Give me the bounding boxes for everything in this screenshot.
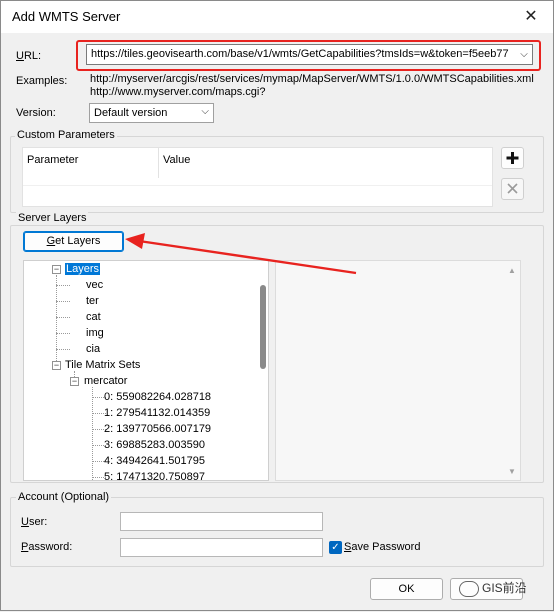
password-input[interactable] bbox=[120, 538, 323, 557]
account-title: Account (Optional) bbox=[16, 491, 112, 503]
user-label: User: bbox=[21, 516, 48, 528]
save-password-checkbox[interactable]: ✓ bbox=[329, 541, 342, 554]
wechat-logo-icon bbox=[459, 580, 479, 597]
add-wmts-dialog: Add WMTS Server ✕ URL: https://tiles.geo… bbox=[0, 0, 554, 611]
save-password-label[interactable]: Save Password bbox=[344, 541, 420, 553]
user-input[interactable] bbox=[120, 512, 323, 531]
ok-button[interactable]: OK bbox=[370, 578, 443, 600]
watermark: GIS前沿 bbox=[459, 579, 527, 597]
password-label: Password: bbox=[21, 541, 73, 553]
